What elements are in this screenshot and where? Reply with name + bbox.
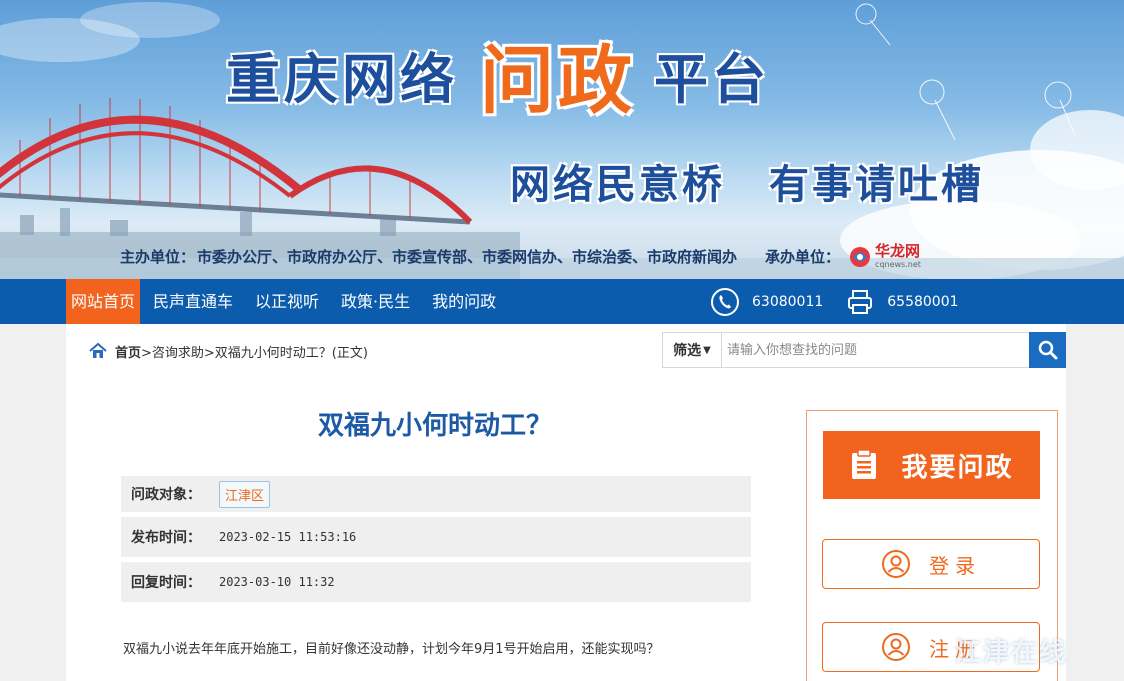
meta-row-published: 发布时间： 2023-02-15 11:53:16 xyxy=(121,517,751,557)
search-bar: 筛选 ▼ xyxy=(662,332,1066,368)
phone-icon xyxy=(711,287,739,316)
fax-icon xyxy=(848,289,873,314)
search-icon xyxy=(1038,340,1057,360)
phone-number: 63080011 xyxy=(752,293,824,310)
breadcrumb-path: >咨询求助>双福九小何时动工？(正文) xyxy=(141,345,368,361)
reply-label: 回复时间： xyxy=(131,575,201,591)
user-icon xyxy=(882,550,910,578)
login-label: 登录 xyxy=(929,553,981,578)
search-filter-label: 筛选 xyxy=(673,343,702,359)
hualong-logo-en: cqnews.net xyxy=(875,260,921,269)
meta-row-target: 问政对象： 江津区 xyxy=(121,476,751,512)
published-label: 发布时间： xyxy=(131,530,201,546)
nav-item-home[interactable]: 网站首页 xyxy=(66,279,141,324)
host-units-line: 主办单位： 市委办公厅、市政府办公厅、市委宣传部、市委网信办、市综治委、市政府新… xyxy=(120,244,921,269)
published-time: 2023-02-15 11:53:16 xyxy=(219,530,357,544)
hualong-logo-icon xyxy=(850,246,871,267)
document-icon xyxy=(852,449,877,479)
nav-item-my-inquiries[interactable]: 我的问政 xyxy=(423,279,505,324)
target-tag[interactable]: 江津区 xyxy=(219,480,271,508)
search-input[interactable] xyxy=(722,333,1029,367)
hualong-logo: 华龙网 cqnews.net xyxy=(848,244,921,269)
nav-item-voice-express[interactable]: 民声直通车 xyxy=(144,279,242,324)
organizer-label: 承办单位： xyxy=(765,248,841,266)
site-title: 重庆网络 问政 平台 xyxy=(226,34,770,124)
breadcrumb: 首页 >咨询求助>双福九小何时动工？(正文) xyxy=(89,340,368,362)
header-banner: 重庆网络 问政 平台 网络民意桥 有事请吐槽 主办单位： 市委办公厅、市政府办公… xyxy=(0,0,1124,279)
meta-row-reply: 回复时间： 2023-03-10 11:32 xyxy=(121,562,751,602)
site-title-highlight: 问政 xyxy=(480,37,636,124)
site-slogan: 网络民意桥 有事请吐槽 xyxy=(510,152,984,210)
site-title-part1: 重庆网络 xyxy=(226,47,458,111)
breadcrumb-home-link[interactable]: 首页 xyxy=(115,342,141,361)
ask-question-button[interactable]: 我要问政 xyxy=(823,431,1040,499)
reply-time: 2023-03-10 11:32 xyxy=(219,575,335,589)
question-body: 双福九小说去年年底开始施工，目前好像还没动静，计划今年9月1号开始启用，还能实现… xyxy=(123,642,660,657)
slogan-right: 有事请吐槽 xyxy=(769,162,984,208)
question-title: 双福九小何时动工？ xyxy=(317,411,552,441)
target-label: 问政对象： xyxy=(131,487,201,503)
user-icon xyxy=(882,633,910,661)
nav-item-clarify[interactable]: 以正视听 xyxy=(246,279,328,324)
hualong-logo-cn: 华龙网 xyxy=(875,242,921,260)
main-nav: 网站首页 民声直通车 以正视听 政策·民生 我的问政 63080011 6558… xyxy=(0,279,1124,324)
host-units: 市委办公厅、市政府办公厅、市委宣传部、市委网信办、市综治委、市政府新闻办 xyxy=(197,248,738,266)
home-icon xyxy=(89,342,107,358)
watermark: 江津在线 xyxy=(955,638,1068,668)
fax-number: 65580001 xyxy=(887,293,959,310)
site-title-part3: 平台 xyxy=(654,47,770,111)
caret-down-icon: ▼ xyxy=(703,344,711,356)
search-filter-dropdown[interactable]: 筛选 ▼ xyxy=(663,333,722,367)
slogan-left: 网络民意桥 xyxy=(510,162,725,208)
contact-info: 63080011 65580001 xyxy=(710,279,981,324)
ask-question-label: 我要问政 xyxy=(901,452,1014,483)
nav-item-policy[interactable]: 政策·民生 xyxy=(332,279,419,324)
search-button[interactable] xyxy=(1029,332,1066,368)
host-label: 主办单位： xyxy=(120,248,196,266)
login-button[interactable]: 登录 xyxy=(822,539,1040,589)
